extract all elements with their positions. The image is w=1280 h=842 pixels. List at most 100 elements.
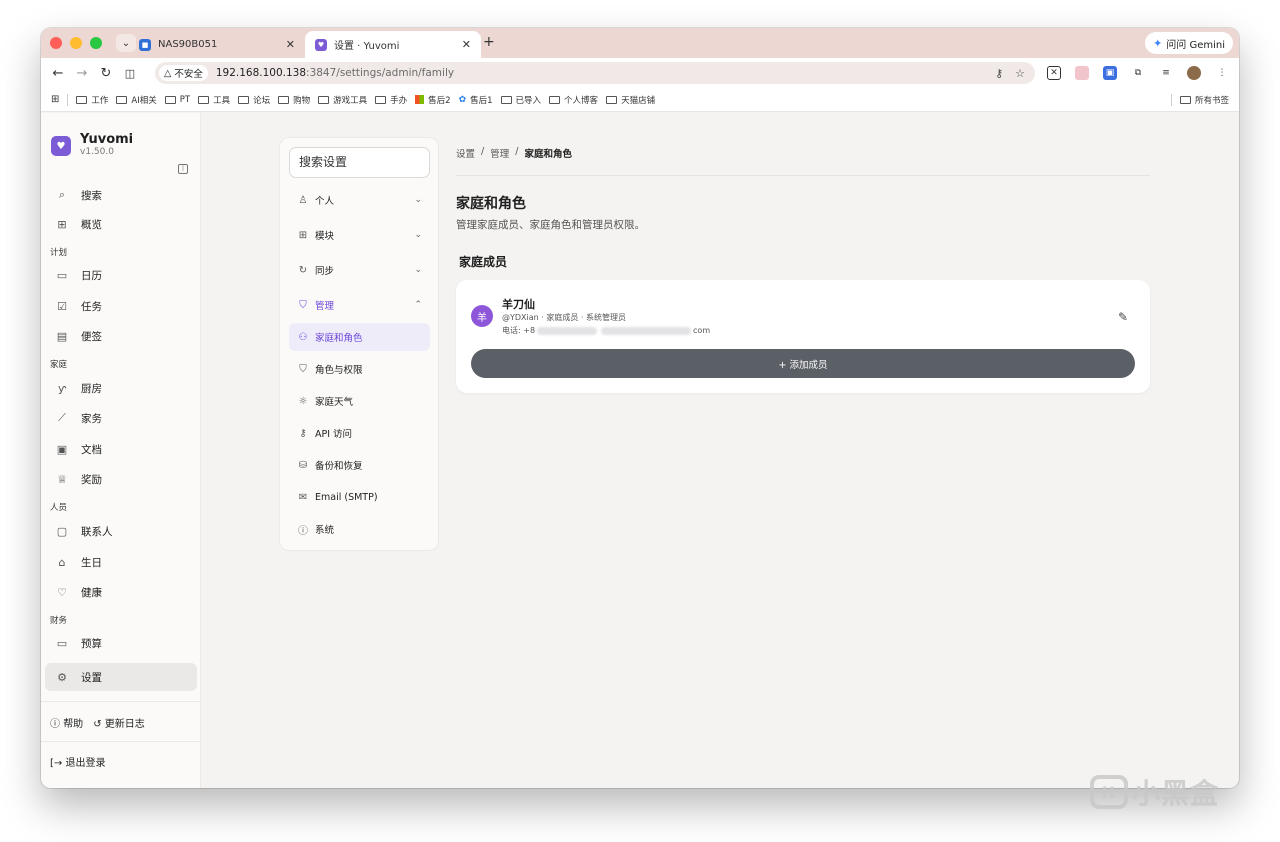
sidebar-item-settings[interactable]: ⚙ 设置 xyxy=(45,663,197,691)
changelog-link[interactable]: ↺ 更新日志 xyxy=(93,715,145,730)
close-window-button[interactable] xyxy=(50,37,62,49)
extension-1-icon[interactable]: ✕ xyxy=(1047,66,1061,80)
sidebar-item-contacts[interactable]: ▢ 联系人 xyxy=(45,517,197,545)
sidebar-item-overview[interactable]: ⊞ 概览 xyxy=(45,210,197,238)
history-icon: ↺ xyxy=(93,719,105,730)
split-view-icon[interactable]: ◫ xyxy=(118,67,142,80)
sidebar-item-calendar[interactable]: ▭ 日历 xyxy=(45,261,197,289)
sidebar-item-search[interactable]: ⌕ 搜索 xyxy=(45,181,197,209)
extension-3-icon[interactable]: ▣ xyxy=(1103,66,1117,80)
bookmark-folder[interactable]: 天猫店铺 xyxy=(606,94,655,106)
bookmark-folder[interactable]: 购物 xyxy=(278,94,310,106)
extension-2-icon[interactable] xyxy=(1075,66,1089,80)
password-key-icon[interactable]: ⚷ xyxy=(995,67,1003,80)
yuvomi-logo-icon: ♥ xyxy=(51,136,71,156)
sidebar-item-rewards[interactable]: ♕ 奖励 xyxy=(45,465,197,493)
settings-item-api-access[interactable]: ⚷ API 访问 xyxy=(289,419,430,447)
settings-item-backup-restore[interactable]: ⛁ 备份和恢复 xyxy=(289,451,430,479)
settings-item-label: API 访问 xyxy=(315,429,353,440)
sidebar-item-health[interactable]: ♡ 健康 xyxy=(45,578,197,606)
reload-icon[interactable]: ↻ xyxy=(94,66,118,81)
bookmark-folder[interactable]: 论坛 xyxy=(238,94,270,106)
bookmark-folder[interactable]: AI相关 xyxy=(116,94,157,106)
settings-item-label: 家庭和角色 xyxy=(315,333,363,344)
sidebar-item-tasks[interactable]: ☑ 任务 xyxy=(45,292,197,320)
breadcrumb-admin[interactable]: 管理 xyxy=(490,146,509,160)
profile-avatar[interactable] xyxy=(1187,66,1201,80)
collapse-sidebar-icon[interactable]: | xyxy=(178,164,188,174)
nas-favicon-icon: ■ xyxy=(139,38,151,51)
zoom-window-button[interactable] xyxy=(90,37,102,49)
settings-group-label: 模块 xyxy=(315,231,335,242)
bookmark-folder[interactable]: 个人博客 xyxy=(549,94,598,106)
bookmark-label: 已导入 xyxy=(515,95,542,106)
breadcrumb-settings[interactable]: 设置 xyxy=(456,146,475,160)
breadcrumb-separator: / xyxy=(515,146,519,157)
bookmark-link[interactable]: 售后2 xyxy=(415,94,451,106)
back-arrow-icon[interactable]: ← xyxy=(46,66,70,81)
section-title-people: 人员 xyxy=(50,503,68,513)
bookmarks-bar: ⊞ 工作 AI相关 PT 工具 论坛 购物 游戏工具 手办 售后2 ✿ 售后1 已… xyxy=(41,88,1239,112)
add-member-button[interactable]: + 添加成员 xyxy=(471,349,1135,378)
sidebar-item-documents[interactable]: ▣ 文档 xyxy=(45,435,197,463)
sidebar-item-budget[interactable]: ▭ 预算 xyxy=(45,629,197,657)
settings-item-system[interactable]: ⓘ 系统 xyxy=(289,515,430,543)
sidebar-item-birthdays[interactable]: ⌂ 生日 xyxy=(45,548,197,576)
reading-list-icon[interactable]: ≡ xyxy=(1159,66,1173,80)
mail-icon: ✉ xyxy=(298,491,308,503)
bookmark-link[interactable]: ✿ 售后1 xyxy=(459,94,493,106)
settings-group-personal[interactable]: ♙ 个人 ⌄ xyxy=(289,186,430,214)
settings-item-email-smtp[interactable]: ✉ Email (SMTP) xyxy=(289,483,430,511)
bookmark-folder[interactable]: 已导入 xyxy=(500,94,542,106)
logout-button[interactable]: [→ 退出登录 xyxy=(50,754,105,769)
settings-item-family-weather[interactable]: ☼ 家庭天气 xyxy=(289,387,430,415)
app-sidebar: ♥ Yuvomi v1.50.0 | ⌕ 搜索 ⊞ 概览 计划 ▭ 日历 ☑ 任… xyxy=(41,113,201,788)
calendar-icon: ▭ xyxy=(56,268,68,282)
family-members-card: 羊 羊刀仙 @YDXian · 家庭成员 · 系统管理员 电话: +8 com … xyxy=(456,280,1150,393)
redacted-email xyxy=(601,326,692,335)
sidebar-item-label: 生日 xyxy=(81,556,102,569)
all-bookmarks-button[interactable]: 所有书签 xyxy=(1163,93,1229,106)
bookmark-star-icon[interactable]: ☆ xyxy=(1015,67,1025,80)
forward-arrow-icon[interactable]: → xyxy=(70,66,94,81)
address-bar[interactable]: △ 不安全 192.168.100.138:3847/settings/admi… xyxy=(155,62,1035,84)
ask-gemini-button[interactable]: ✦ 问问 Gemini xyxy=(1145,32,1233,54)
bookmark-folder[interactable]: 工具 xyxy=(198,94,230,106)
settings-item-roles-permissions[interactable]: ⛉ 角色与权限 xyxy=(289,355,430,383)
new-tab-icon[interactable]: + xyxy=(483,34,495,50)
menu-dots-icon[interactable]: ⋮ xyxy=(1215,66,1229,80)
close-tab-icon[interactable]: ✕ xyxy=(286,38,295,51)
yuvomi-favicon-icon: ♥ xyxy=(315,38,327,51)
help-link[interactable]: ⓘ 帮助 xyxy=(50,715,83,730)
logout-arrow-icon: [→ xyxy=(50,758,66,769)
pencil-edit-icon[interactable]: ✎ xyxy=(1118,310,1128,324)
minimize-window-button[interactable] xyxy=(70,37,82,49)
settings-group-modules[interactable]: ⊞ 模块 ⌄ xyxy=(289,221,430,249)
settings-group-admin[interactable]: ⛉ 管理 ⌃ xyxy=(289,291,430,319)
apps-grid-icon[interactable]: ⊞ xyxy=(51,94,59,105)
bookmark-folder[interactable]: PT xyxy=(164,95,190,105)
key-icon: ⚷ xyxy=(299,427,307,439)
service-logo-icon: ✿ xyxy=(458,94,467,105)
sidebar-item-label: 搜索 xyxy=(81,189,102,202)
tab-yuvomi[interactable]: ♥ 设置 · Yuvomi ✕ xyxy=(305,31,481,58)
bookmark-folder[interactable]: 游戏工具 xyxy=(318,94,367,106)
extensions-puzzle-icon[interactable]: ⧉ xyxy=(1131,66,1145,80)
security-chip[interactable]: △ 不安全 xyxy=(159,65,208,81)
settings-item-family-roles[interactable]: ⚇ 家庭和角色 xyxy=(289,323,430,351)
settings-search-input[interactable]: 搜索设置 xyxy=(289,147,430,178)
extension-icons: ✕ ▣ ⧉ ≡ ⋮ xyxy=(1047,66,1229,80)
close-tab-icon[interactable]: ✕ xyxy=(462,38,471,51)
cake-icon: ⌂ xyxy=(58,555,66,569)
bookmark-label: 论坛 xyxy=(253,95,271,106)
sidebar-item-chores[interactable]: ⟋ 家务 xyxy=(45,404,197,432)
bookmark-folder[interactable]: 工作 xyxy=(76,94,108,106)
app-area: ♥ Yuvomi v1.50.0 | ⌕ 搜索 ⊞ 概览 计划 ▭ 日历 ☑ 任… xyxy=(41,113,1239,788)
tab-nas[interactable]: ■ NAS90B051 ✕ xyxy=(129,31,305,58)
sidebar-item-kitchen[interactable]: ƴ 厨房 xyxy=(45,374,197,402)
settings-group-sync[interactable]: ↻ 同步 ⌄ xyxy=(289,256,430,284)
sidebar-item-notes[interactable]: ▤ 便签 xyxy=(45,322,197,350)
url-host: 192.168.100.138 xyxy=(215,67,307,79)
bookmark-folder[interactable]: 手办 xyxy=(375,94,407,106)
settings-item-label: 家庭天气 xyxy=(315,397,354,408)
